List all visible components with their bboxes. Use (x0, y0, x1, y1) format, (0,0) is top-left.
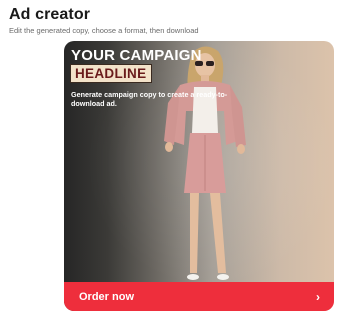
ad-preview-card: YOUR CAMPAIGN HEADLINE Generate campaign… (64, 41, 334, 311)
page-subtitle: Edit the generated copy, choose a format… (9, 26, 199, 35)
page-title: Ad creator (9, 6, 91, 23)
ad-headline-line1[interactable]: YOUR CAMPAIGN (71, 47, 202, 64)
chevron-right-icon: › (316, 289, 320, 304)
model-photo (164, 46, 246, 280)
cta-label: Order now (79, 290, 135, 303)
ad-body-copy[interactable]: Generate campaign copy to create a ready… (71, 90, 251, 108)
ad-headline-line2[interactable]: HEADLINE (70, 64, 153, 83)
cta-button[interactable]: Order now › (64, 282, 334, 311)
